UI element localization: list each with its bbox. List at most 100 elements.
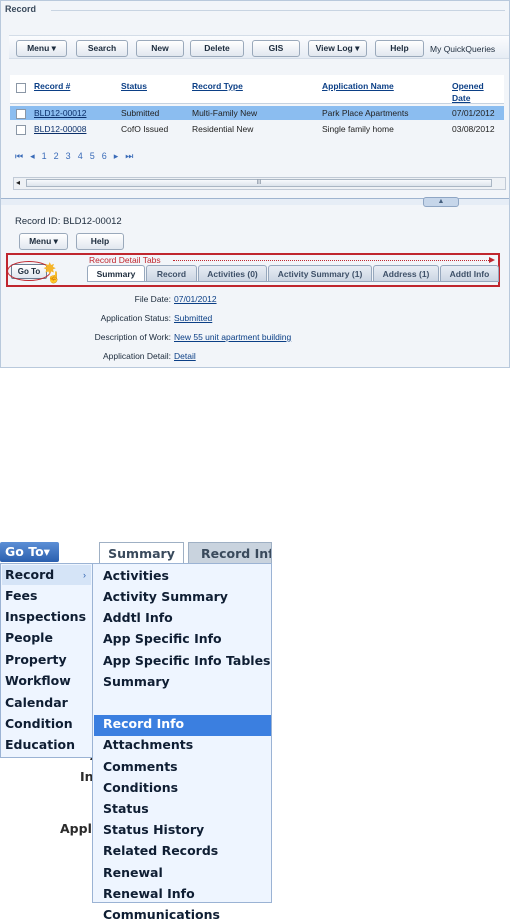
pointer-cursor-icon: ☝: [47, 272, 61, 284]
new-button[interactable]: New: [136, 40, 184, 57]
scroll-grip-icon: III: [256, 180, 262, 186]
submenu-item-conditions[interactable]: Conditions: [103, 780, 178, 795]
submenu-item-addtl-info[interactable]: Addtl Info: [103, 610, 173, 625]
scrollbar-thumb[interactable]: III: [26, 179, 492, 187]
record-id-heading: Record ID: BLD12-00012: [15, 216, 122, 227]
page-link[interactable]: 1: [42, 151, 47, 161]
application-status-label: Application Status:: [100, 313, 171, 323]
menu-item-fees[interactable]: Fees: [5, 588, 37, 603]
detail-help-button[interactable]: Help: [76, 233, 124, 250]
submenu-item-renewal-info[interactable]: Renewal Info: [103, 886, 195, 901]
scroll-left-icon[interactable]: ◂: [16, 178, 20, 187]
submenu-item-status-history[interactable]: Status History: [103, 822, 204, 837]
help-button[interactable]: Help: [375, 40, 424, 57]
collapse-chevron-icon[interactable]: ▲: [423, 197, 459, 207]
menu-item-education[interactable]: Education: [5, 737, 75, 752]
file-date-value[interactable]: 07/01/2012: [174, 294, 217, 304]
opened-date-cell: 03/08/2012: [452, 124, 495, 134]
submenu-item-record-info[interactable]: Record Info: [103, 716, 184, 731]
application-name-cell: Single family home: [322, 124, 394, 134]
tab-address[interactable]: Address (1): [373, 265, 439, 282]
horizontal-scrollbar[interactable]: ◂ III: [13, 177, 506, 190]
column-header-record[interactable]: Record #: [34, 80, 70, 92]
menu-item-people[interactable]: People: [5, 630, 53, 645]
last-page-icon[interactable]: ⏭: [125, 151, 133, 161]
detail-menu-button[interactable]: Menu ▾: [19, 233, 68, 250]
submenu-item-activities[interactable]: Activities: [103, 568, 169, 583]
row-checkbox[interactable]: [16, 125, 26, 135]
record-submenu: Activities Activity Summary Addtl Info A…: [92, 563, 272, 922]
page-link[interactable]: 4: [78, 151, 83, 161]
tab-record-info[interactable]: Record Info: [188, 542, 272, 563]
menu-item-calendar[interactable]: Calendar: [5, 695, 68, 710]
submenu-item-activity-summary[interactable]: Activity Summary: [103, 589, 228, 604]
status-cell: Submitted: [121, 108, 160, 118]
page-link[interactable]: 6: [102, 151, 107, 161]
opened-date-line2: Date: [452, 93, 471, 103]
opened-date-cell: 07/01/2012: [452, 108, 495, 118]
tab-activities[interactable]: Activities (0): [198, 265, 267, 282]
description-of-work-value[interactable]: New 55 unit apartment building: [174, 332, 291, 342]
table-row[interactable]: BLD12-00012 Submitted Multi-Family New P…: [10, 106, 504, 120]
tab-strip-baseline: [87, 281, 499, 282]
submenu-item-status[interactable]: Status: [103, 801, 149, 816]
select-all-checkbox[interactable]: [16, 83, 26, 93]
description-of-work-label: Description of Work:: [94, 332, 171, 342]
record-number-link[interactable]: BLD12-00012: [34, 106, 86, 120]
submenu-item-communications[interactable]: Communications: [103, 907, 220, 922]
goto-menu-screenshot: Go To▾ Summary Record Info A In Appli Re…: [0, 540, 272, 922]
column-header-opened-date[interactable]: Opened Date: [452, 80, 484, 104]
tabs-arrow-line: [173, 260, 491, 261]
panel-title: Record: [5, 4, 37, 14]
first-page-icon[interactable]: ⏮: [15, 151, 23, 161]
application-status-value[interactable]: Submitted: [174, 313, 212, 323]
goto-dropdown-button[interactable]: Go To▾: [0, 542, 59, 562]
submenu-item-app-specific-info-tables[interactable]: App Specific Info Tables: [103, 653, 271, 668]
table-row[interactable]: BLD12-00008 CofO Issued Residential New …: [10, 122, 504, 136]
view-log-button[interactable]: View Log ▾: [308, 40, 367, 57]
page-link[interactable]: 3: [66, 151, 71, 161]
tab-record[interactable]: Record: [146, 265, 197, 282]
page-link[interactable]: 5: [90, 151, 95, 161]
submenu-item-attachments[interactable]: Attachments: [103, 737, 193, 752]
record-type-cell: Residential New: [192, 124, 254, 134]
delete-button[interactable]: Delete: [190, 40, 244, 57]
submenu-item-summary[interactable]: Summary: [103, 674, 170, 689]
gis-button[interactable]: GIS: [252, 40, 300, 57]
tab-activity-summary[interactable]: Activity Summary (1): [268, 265, 372, 282]
grid-header: Record # Status Record Type Application …: [10, 75, 504, 104]
menu-item-inspections[interactable]: Inspections: [5, 609, 86, 624]
pagination: ⏮ ◂ 1 2 3 4 5 6 ▸ ⏭: [15, 151, 140, 162]
search-button[interactable]: Search: [76, 40, 128, 57]
submenu-item-comments[interactable]: Comments: [103, 759, 178, 774]
file-date-label: File Date:: [134, 294, 171, 304]
submenu-arrow-icon: ›: [83, 570, 86, 580]
menu-item-workflow[interactable]: Workflow: [5, 673, 71, 688]
tab-summary[interactable]: Summary: [99, 542, 184, 563]
column-header-record-type[interactable]: Record Type: [192, 80, 243, 92]
my-quick-queries-label[interactable]: My QuickQueries: [430, 44, 495, 54]
submenu-item-renewal[interactable]: Renewal: [103, 865, 163, 880]
application-detail-link[interactable]: Detail: [174, 351, 196, 361]
tab-addtl-info[interactable]: Addtl Info: [440, 265, 499, 282]
submenu-item-app-specific-info[interactable]: App Specific Info: [103, 631, 222, 646]
submenu-item-related-records[interactable]: Related Records: [103, 843, 218, 858]
menu-button[interactable]: Menu ▾: [16, 40, 67, 57]
column-header-status[interactable]: Status: [121, 80, 147, 92]
page-link[interactable]: 2: [54, 151, 59, 161]
application-detail-label: Application Detail:: [102, 351, 171, 361]
record-toolbar: Menu ▾ Search New Delete GIS View Log ▾ …: [9, 35, 509, 59]
menu-item-property[interactable]: Property: [5, 652, 67, 667]
row-checkbox[interactable]: [16, 109, 26, 119]
record-number-link[interactable]: BLD12-00008: [34, 122, 86, 136]
next-page-icon[interactable]: ▸: [114, 151, 119, 161]
prev-page-icon[interactable]: ◂: [30, 151, 35, 161]
menu-item-record[interactable]: Record: [5, 567, 54, 582]
tabs-caption: Record Detail Tabs: [89, 255, 161, 265]
menu-item-condition[interactable]: Condition: [5, 716, 73, 731]
status-cell: CofO Issued: [121, 124, 169, 134]
application-name-cell: Park Place Apartments: [322, 108, 409, 118]
background-label-fragment: Appli: [60, 821, 97, 836]
column-header-application-name[interactable]: Application Name: [322, 80, 394, 92]
tab-summary[interactable]: Summary: [87, 265, 145, 282]
